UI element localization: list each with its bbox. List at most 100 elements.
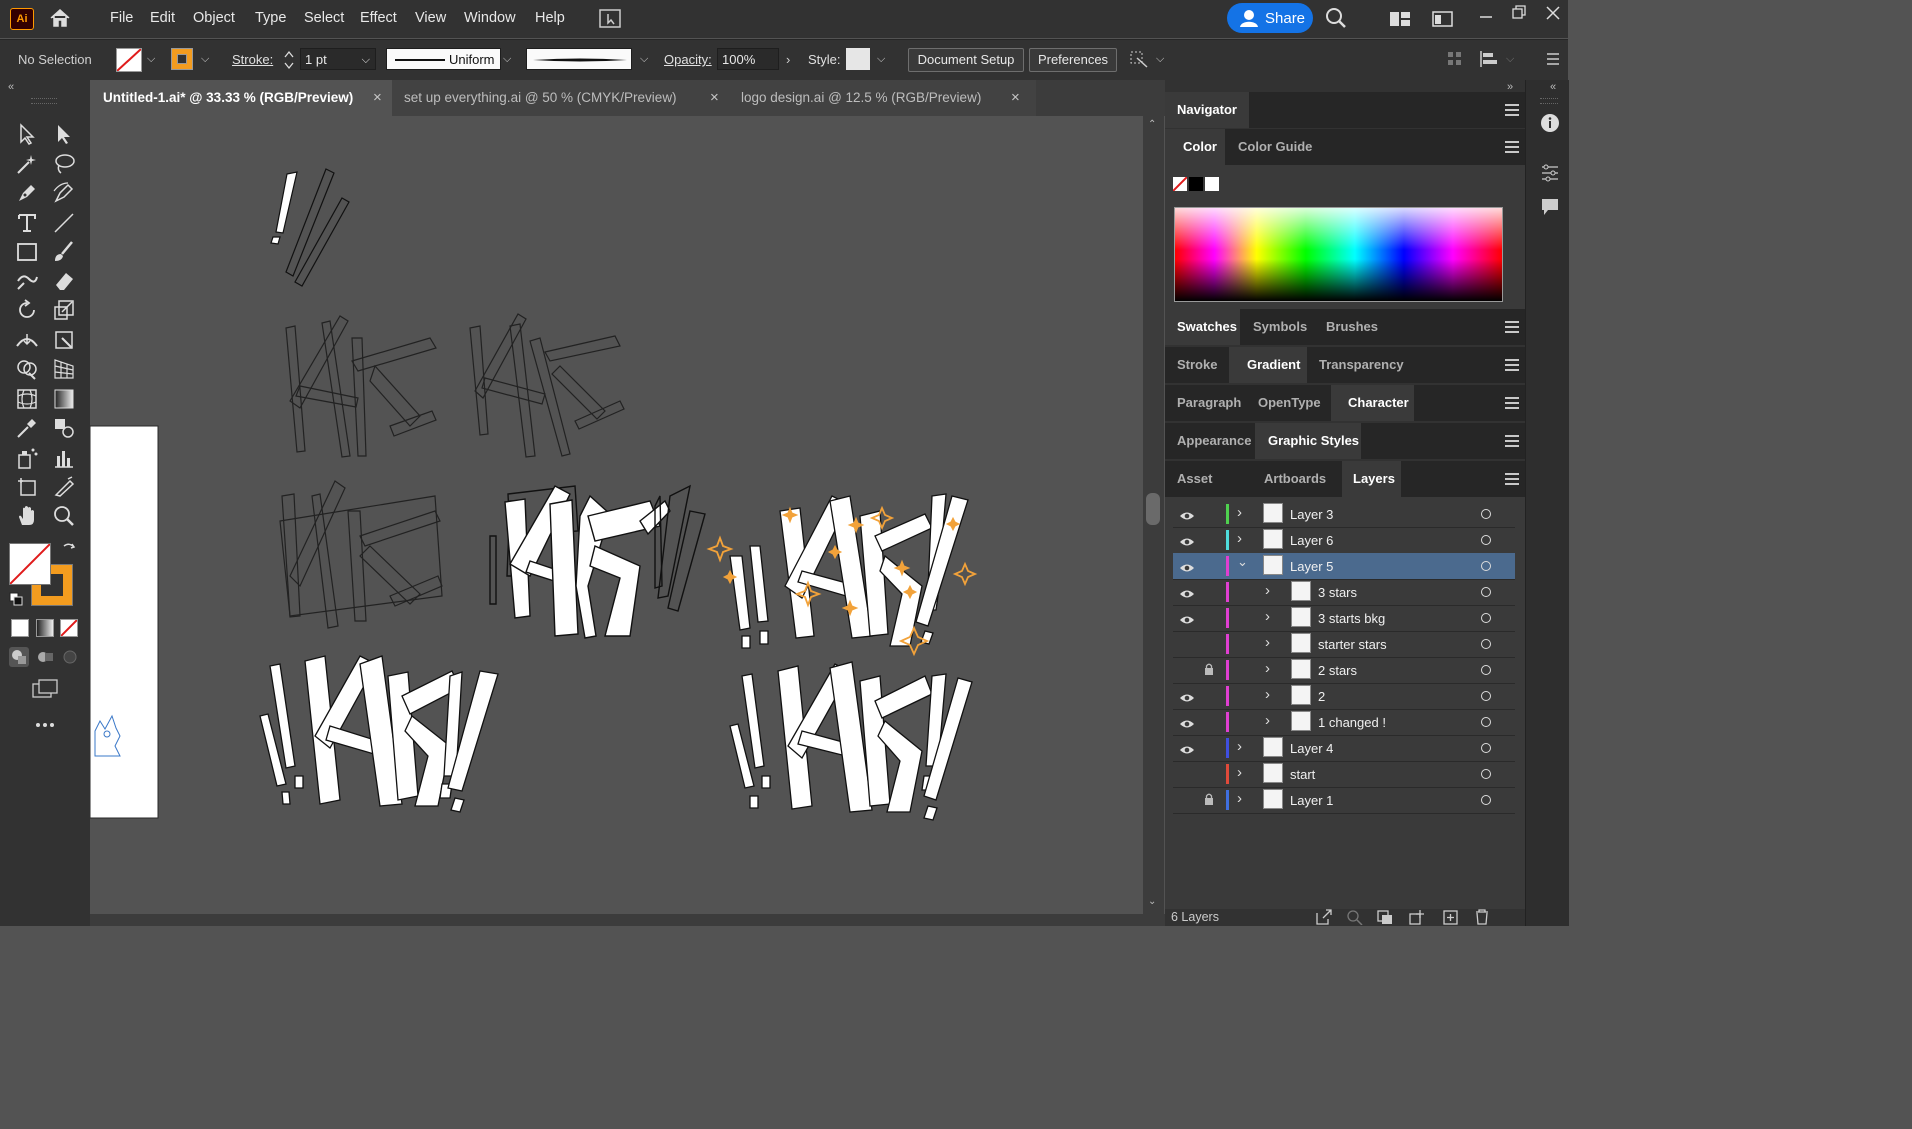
target-circle-icon[interactable]: [1481, 639, 1491, 649]
delete-layer-icon[interactable]: [1473, 909, 1491, 925]
expand-arrow-icon[interactable]: ›: [1265, 660, 1270, 677]
layer-row[interactable]: › Layer 1: [1173, 787, 1515, 814]
grid-options-icon[interactable]: [1447, 51, 1463, 67]
tab-color[interactable]: Color: [1165, 129, 1225, 165]
layer-row[interactable]: ⌄ Layer 5: [1173, 553, 1515, 580]
tab-gradient[interactable]: Gradient: [1229, 347, 1307, 383]
visibility-eye-icon[interactable]: [1179, 613, 1195, 624]
expand-panels-icon[interactable]: «: [1550, 81, 1556, 93]
target-circle-icon[interactable]: [1481, 795, 1491, 805]
close-tab-icon[interactable]: ×: [373, 80, 382, 116]
selection-tool-icon[interactable]: [15, 122, 39, 146]
target-circle-icon[interactable]: [1481, 535, 1491, 545]
visibility-eye-icon[interactable]: [1179, 587, 1195, 598]
expand-arrow-icon[interactable]: ›: [1265, 634, 1270, 651]
opacity-field[interactable]: 100%: [717, 48, 779, 70]
menu-select[interactable]: Select: [304, 10, 344, 26]
profile-dropdown-chevron-icon[interactable]: ⌵: [503, 53, 511, 66]
lock-icon[interactable]: [1204, 767, 1214, 779]
panel-menu-icon[interactable]: [1505, 321, 1519, 333]
layer-name[interactable]: Layer 6: [1290, 533, 1333, 548]
expand-arrow-icon[interactable]: ›: [1265, 608, 1270, 625]
tab-transparency[interactable]: Transparency: [1307, 347, 1407, 383]
workspace-switcher-icon[interactable]: [1432, 10, 1454, 28]
stroke-dropdown-chevron-icon[interactable]: ⌵: [201, 53, 209, 66]
home-icon[interactable]: [49, 8, 71, 28]
black-color-swatch[interactable]: [1189, 177, 1203, 191]
tab-character[interactable]: Character: [1331, 385, 1414, 421]
menu-edit[interactable]: Edit: [150, 10, 175, 26]
rotate-tool-icon[interactable]: [15, 298, 39, 322]
close-tab-icon[interactable]: ×: [1011, 80, 1020, 116]
stroke-swatch[interactable]: [171, 48, 193, 70]
layer-name[interactable]: Layer 3: [1290, 507, 1333, 522]
make-clipping-mask-icon[interactable]: [1376, 909, 1394, 925]
panel-menu-icon[interactable]: [1505, 435, 1519, 447]
tab-untitled-1[interactable]: Untitled-1.ai* @ 33.33 % (RGB/Preview) ×: [90, 80, 392, 116]
expand-arrow-icon[interactable]: ›: [1237, 790, 1242, 807]
tab-brushes[interactable]: Brushes: [1313, 309, 1385, 345]
collapse-arrow-icon[interactable]: ⌄: [1237, 554, 1248, 570]
stroke-weight-field[interactable]: 1 pt ⌵: [300, 48, 376, 70]
layer-row[interactable]: › 1 changed !: [1173, 709, 1515, 736]
direct-selection-tool-icon[interactable]: [52, 122, 76, 146]
visibility-eye-icon[interactable]: [1179, 717, 1195, 728]
gradient-mode-icon[interactable]: [36, 619, 54, 637]
target-circle-icon[interactable]: [1481, 561, 1491, 571]
visibility-eye-icon[interactable]: [1179, 509, 1195, 520]
share-button[interactable]: Share: [1227, 3, 1313, 33]
change-screen-mode-icon[interactable]: [31, 679, 59, 699]
lock-icon[interactable]: [1204, 611, 1214, 623]
strip-grip[interactable]: [1540, 98, 1558, 104]
menu-window[interactable]: Window: [464, 10, 516, 26]
layer-row[interactable]: › 2 stars: [1173, 657, 1515, 684]
fill-dropdown-chevron-icon[interactable]: ⌵: [147, 53, 155, 66]
lasso-tool-icon[interactable]: [52, 152, 76, 176]
panel-menu-icon[interactable]: [1505, 359, 1519, 371]
tab-set-up-everything[interactable]: set up everything.ai @ 50 % (CMYK/Previe…: [392, 80, 729, 116]
lock-icon[interactable]: [1204, 741, 1214, 753]
collapse-toolbar-icon[interactable]: «: [8, 81, 14, 93]
tab-symbols[interactable]: Symbols: [1240, 309, 1313, 345]
tab-color-guide[interactable]: Color Guide: [1225, 129, 1317, 165]
target-circle-icon[interactable]: [1481, 509, 1491, 519]
layer-name[interactable]: 1 changed !: [1318, 715, 1386, 730]
none-mode-icon[interactable]: [60, 619, 78, 637]
new-layer-icon[interactable]: [1442, 909, 1460, 925]
expand-arrow-icon[interactable]: ›: [1237, 764, 1242, 781]
tab-layers[interactable]: Layers: [1342, 461, 1401, 497]
line-segment-tool-icon[interactable]: [52, 211, 76, 235]
layer-row[interactable]: › 2: [1173, 683, 1515, 710]
layer-row[interactable]: › start: [1173, 761, 1515, 788]
target-circle-icon[interactable]: [1481, 717, 1491, 727]
comments-icon[interactable]: [1540, 197, 1560, 217]
none-color-icon[interactable]: [1172, 176, 1188, 192]
visibility-eye-icon[interactable]: [1179, 535, 1195, 546]
layer-row[interactable]: › Layer 3: [1173, 501, 1515, 528]
draw-normal-icon[interactable]: [9, 647, 29, 667]
layer-row[interactable]: › starter stars: [1173, 631, 1515, 658]
shaper-tool-icon[interactable]: [15, 269, 39, 293]
menu-file[interactable]: File: [110, 10, 133, 26]
scale-tool-icon[interactable]: [52, 298, 76, 322]
layer-name[interactable]: Layer 5: [1290, 559, 1333, 574]
scroll-up-icon[interactable]: ⌃: [1148, 119, 1156, 130]
locate-object-icon[interactable]: [1346, 909, 1364, 926]
swap-fill-stroke-icon[interactable]: [62, 541, 76, 555]
lock-icon[interactable]: [1204, 689, 1214, 701]
target-circle-icon[interactable]: [1481, 769, 1491, 779]
close-window-icon[interactable]: [1546, 6, 1560, 20]
column-graph-tool-icon[interactable]: [52, 446, 76, 470]
layer-name[interactable]: Layer 4: [1290, 741, 1333, 756]
gradient-tool-icon[interactable]: [52, 387, 76, 411]
info-icon[interactable]: [1540, 113, 1560, 133]
lock-icon[interactable]: [1204, 715, 1214, 727]
hand-tool-icon[interactable]: [15, 504, 39, 528]
target-circle-icon[interactable]: [1481, 743, 1491, 753]
lock-icon[interactable]: [1204, 507, 1214, 519]
draw-inside-icon[interactable]: [60, 647, 80, 667]
menu-object[interactable]: Object: [193, 10, 235, 26]
tab-artboards[interactable]: Artboards: [1251, 461, 1343, 497]
tab-opentype[interactable]: OpenType: [1245, 385, 1329, 421]
perspective-grid-tool-icon[interactable]: [52, 357, 76, 381]
